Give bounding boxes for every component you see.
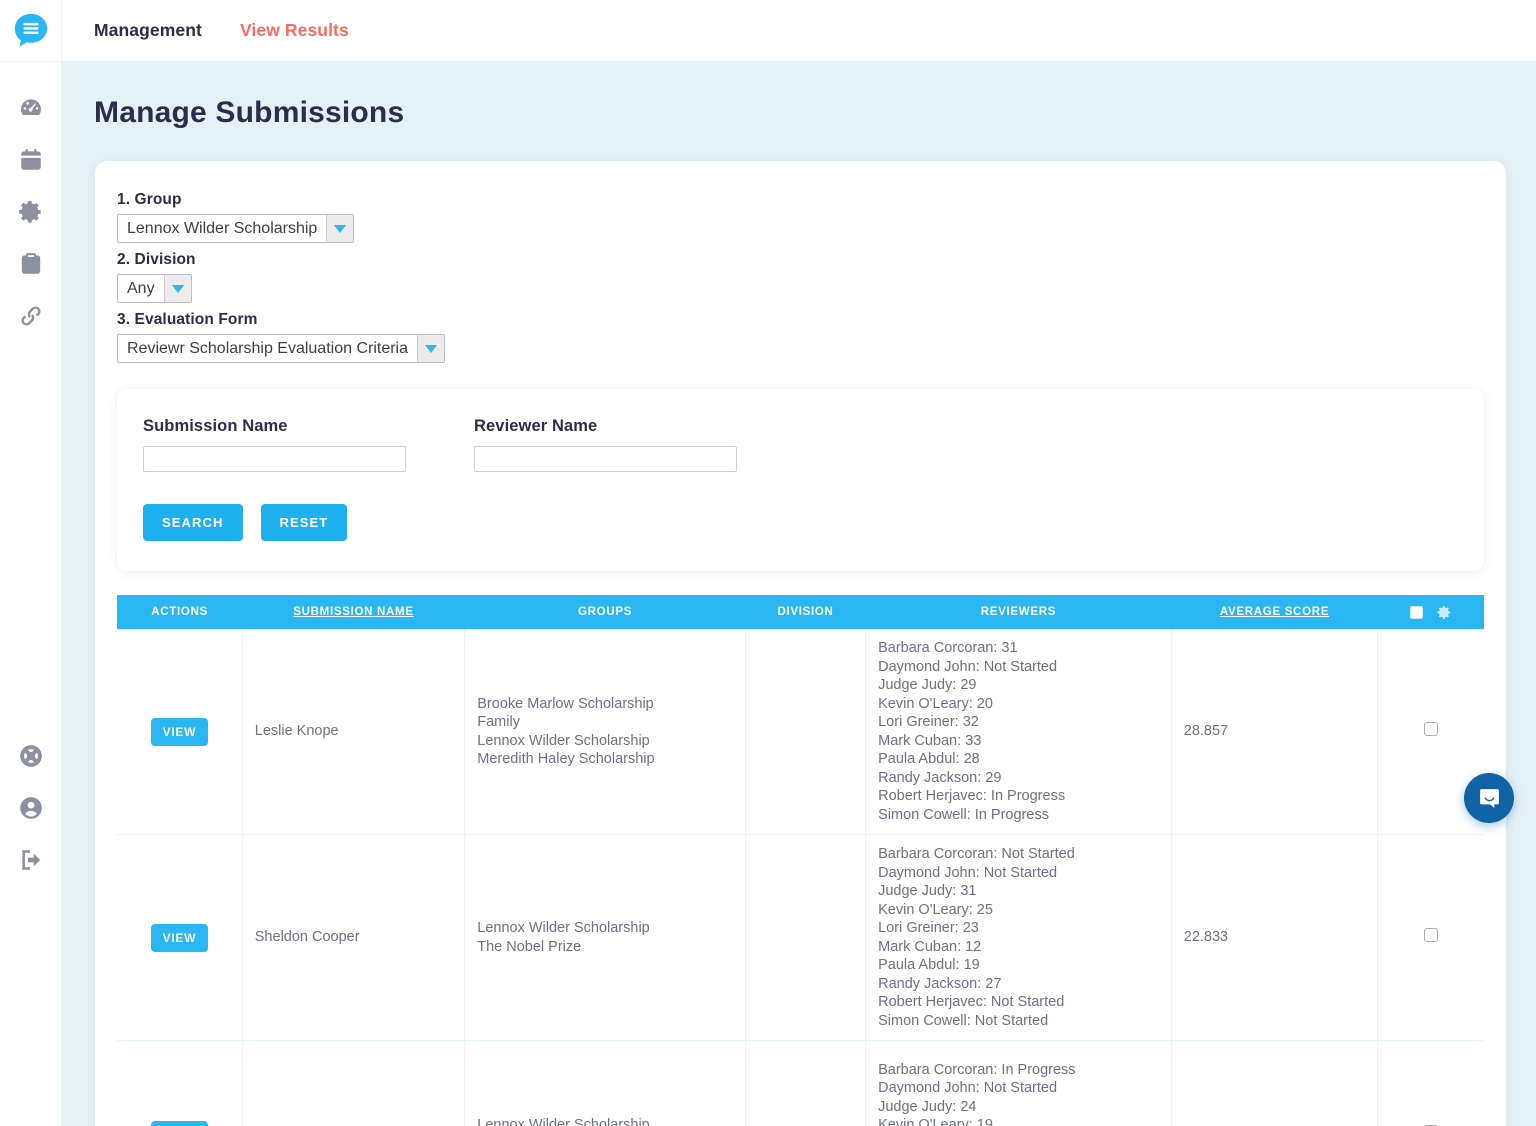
chevron-down-icon [163,275,191,302]
cell-division [745,834,867,1041]
header-groups: GROUPS [464,595,746,629]
cell-row-select [1377,834,1484,1041]
submission-name-input[interactable] [143,446,406,472]
table-row: VIEW Sheldon Cooper Lennox Wilder Schola… [117,834,1484,1041]
cell-groups: Brooke Marlow Scholarship Family Lennox … [464,629,746,835]
search-button[interactable]: SEARCH [143,504,243,541]
cell-row-select [1377,1040,1484,1126]
evaluation-form-label: 3. Evaluation Form [117,311,258,328]
reviewer-name-input[interactable] [474,446,737,472]
reviewer-name-label: Reviewer Name [474,417,598,435]
sidebar-nav [0,62,61,342]
page-title: Manage Submissions [94,96,405,129]
logout-icon [22,850,41,870]
cell-reviewers: Barbara Corcoran: Not Started Daymond Jo… [865,834,1172,1041]
dashboard-gauge-icon [20,99,41,116]
cell-groups: Lennox Wilder Scholarship The Nobel Priz… [464,1040,746,1126]
header-submission-name[interactable]: SUBMISSION NAME [242,595,465,629]
view-button[interactable]: VIEW [150,1120,209,1126]
cell-groups: Lennox Wilder Scholarship The Nobel Priz… [464,834,746,1041]
sidebar-item-forms[interactable] [0,238,62,290]
filters-card: 1. Group Lennox Wilder Scholarship 2. Di… [95,161,1506,1126]
division-select[interactable]: Any [117,274,192,303]
row-actions-cell: VIEW [117,1040,243,1126]
select-all-checkbox[interactable] [1409,605,1423,619]
header-reviewers: REVIEWERS [865,595,1172,629]
submission-name-label: Submission Name [143,417,288,435]
table-header: ACTIONS SUBMISSION NAME GROUPS DIVISION … [117,595,1484,629]
row-checkbox[interactable] [1424,927,1439,942]
table-row: VIEW Richard Hendricks Lennox Wilder Sch… [117,1040,1484,1126]
gear-icon [18,200,41,223]
sidebar-item-settings[interactable] [0,186,62,238]
row-actions-cell: VIEW [117,629,243,835]
cell-average-score: 22.833 [1171,834,1379,1041]
cell-submission-name: Leslie Knope [242,629,466,835]
reset-button[interactable]: RESET [260,504,348,541]
life-ring-icon [20,745,42,767]
nav-link-view-results[interactable]: View Results [240,20,349,41]
submissions-table: ACTIONS SUBMISSION NAME GROUPS DIVISION … [117,595,1484,1126]
app-logo[interactable] [0,0,61,62]
calendar-icon [20,149,41,170]
search-actions: SEARCH RESET [143,504,1458,541]
cell-reviewers: Barbara Corcoran: 31 Daymond John: Not S… [865,629,1172,835]
sidebar-bottom-nav [0,730,62,886]
chat-bubble-icon [1479,788,1499,808]
row-checkbox[interactable] [1424,721,1439,736]
view-button[interactable]: VIEW [150,923,209,952]
search-fields-row: Submission Name Reviewer Name [143,417,1458,472]
sidebar-item-calendar[interactable] [0,134,62,186]
cell-division [745,1040,867,1126]
evaluation-form-select[interactable]: Reviewr Scholarship Evaluation Criteria [117,334,446,363]
link-icon [20,306,41,326]
nav-link-management[interactable]: Management [94,20,202,41]
sidebar-item-help[interactable] [0,730,62,782]
user-circle-icon [20,797,42,819]
table-row: VIEW Leslie Knope Brooke Marlow Scholars… [117,629,1484,835]
chat-launcher-button[interactable] [1464,773,1514,823]
cell-submission-name: Richard Hendricks [242,1040,466,1126]
header-actions: ACTIONS [117,595,243,629]
evaluation-form-select-value: Reviewr Scholarship Evaluation Criteria [127,339,409,357]
sidebar-item-account[interactable] [0,782,62,834]
reviewr-bubble-logo-icon [14,13,47,47]
cell-average-score: 28.857 [1171,629,1379,835]
division-select-value: Any [127,279,155,297]
submission-name-field-group: Submission Name [143,417,406,472]
sidebar-rail [0,0,62,1126]
division-label: 2. Division [117,251,196,268]
row-actions-cell: VIEW [117,834,243,1041]
table-header-row: ACTIONS SUBMISSION NAME GROUPS DIVISION … [117,595,1484,629]
header-average-score[interactable]: AVERAGE SCORE [1171,595,1378,629]
sidebar-item-logout[interactable] [0,834,62,886]
clipboard-icon [21,253,40,274]
cell-submission-name: Sheldon Cooper [242,834,466,1041]
cell-average-score: 22.571 [1171,1040,1379,1126]
search-panel: Submission Name Reviewer Name SEARCH RES… [117,389,1484,571]
header-tools [1377,595,1484,629]
view-button[interactable]: VIEW [150,717,209,746]
header-division: DIVISION [745,595,866,629]
sidebar-item-links[interactable] [0,290,62,342]
chevron-down-icon [417,335,445,362]
group-label: 1. Group [117,191,182,208]
page-container: Manage Submissions 1. Group Lennox Wilde… [62,62,1536,1126]
group-select[interactable]: Lennox Wilder Scholarship [117,214,355,243]
reviewer-name-field-group: Reviewer Name [474,417,737,472]
app-root: Management View Results Manage Submissio… [0,0,1536,1126]
submissions-table-wrapper: ACTIONS SUBMISSION NAME GROUPS DIVISION … [117,595,1484,1126]
top-navigation: Management View Results [62,0,1536,62]
group-select-value: Lennox Wilder Scholarship [127,219,318,237]
sidebar-item-dashboard[interactable] [0,82,62,134]
chevron-down-icon [326,215,354,242]
cell-reviewers: Barbara Corcoran: In Progress Daymond Jo… [865,1040,1172,1126]
table-body: VIEW Leslie Knope Brooke Marlow Scholars… [117,629,1484,1126]
cell-division [745,629,867,835]
column-settings-gear-icon[interactable] [1437,605,1452,620]
